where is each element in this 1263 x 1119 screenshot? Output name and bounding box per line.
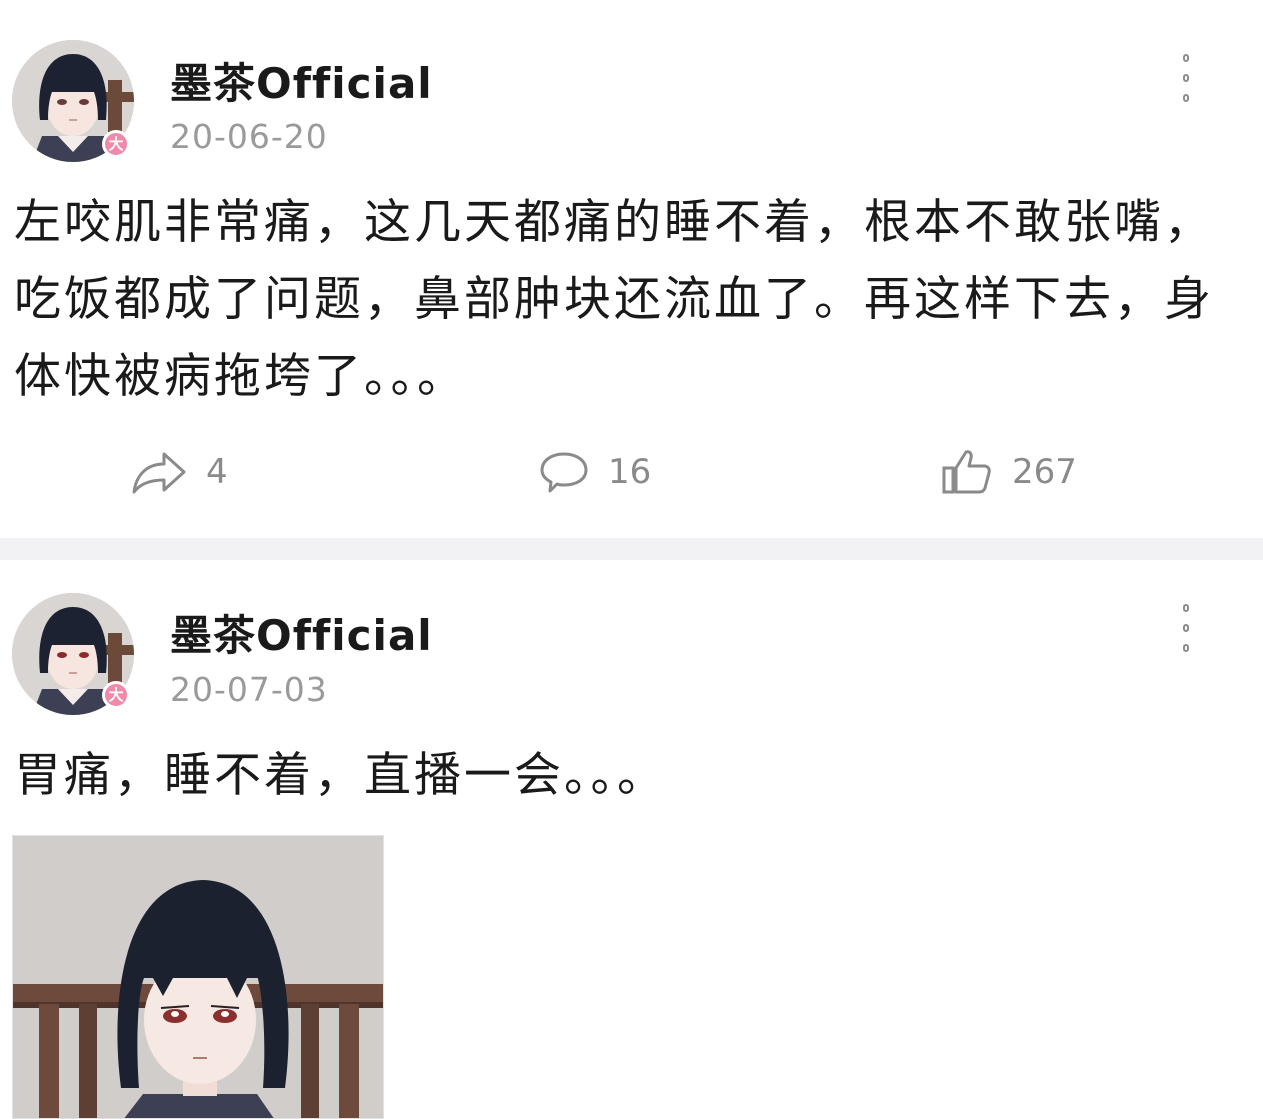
- vip-badge: 大: [102, 681, 130, 709]
- comment-count: 16: [608, 452, 652, 492]
- like-button[interactable]: 267: [940, 446, 1077, 498]
- repost-button[interactable]: 4: [130, 446, 228, 498]
- post-date: 20-07-03: [170, 670, 328, 709]
- post-card: 大 墨茶Official 20-07-03 胃痛，睡不着，直播一会。。。: [0, 560, 1263, 1119]
- vertical-dots-icon[interactable]: [1172, 604, 1200, 652]
- thumbs-up-icon: [942, 450, 991, 494]
- repost-arrow-icon: [132, 452, 186, 494]
- post-card: 大 墨茶Official 20-06-20 左咬肌非常痛，这几天都痛的睡不着，根…: [0, 0, 1263, 538]
- comment-bubble-icon: [540, 452, 588, 493]
- feed: 大 墨茶Official 20-06-20 左咬肌非常痛，这几天都痛的睡不着，根…: [0, 0, 1263, 1119]
- post-separator: [0, 538, 1263, 560]
- comment-button[interactable]: 16: [538, 446, 651, 498]
- vertical-dots-icon[interactable]: [1172, 54, 1200, 102]
- vip-badge: 大: [102, 130, 130, 158]
- post-image[interactable]: [12, 835, 384, 1119]
- username[interactable]: 墨茶Official: [170, 50, 433, 111]
- repost-count: 4: [206, 452, 228, 492]
- like-count: 267: [1012, 452, 1077, 492]
- post-text: 胃痛，睡不着，直播一会。。。: [14, 748, 667, 803]
- username[interactable]: 墨茶Official: [170, 602, 433, 663]
- post-date: 20-06-20: [170, 117, 328, 156]
- post-text: 左咬肌非常痛，这几天都痛的睡不着，根本不敢张嘴，吃饭都成了问题，鼻部肿块还流血了…: [14, 195, 1214, 404]
